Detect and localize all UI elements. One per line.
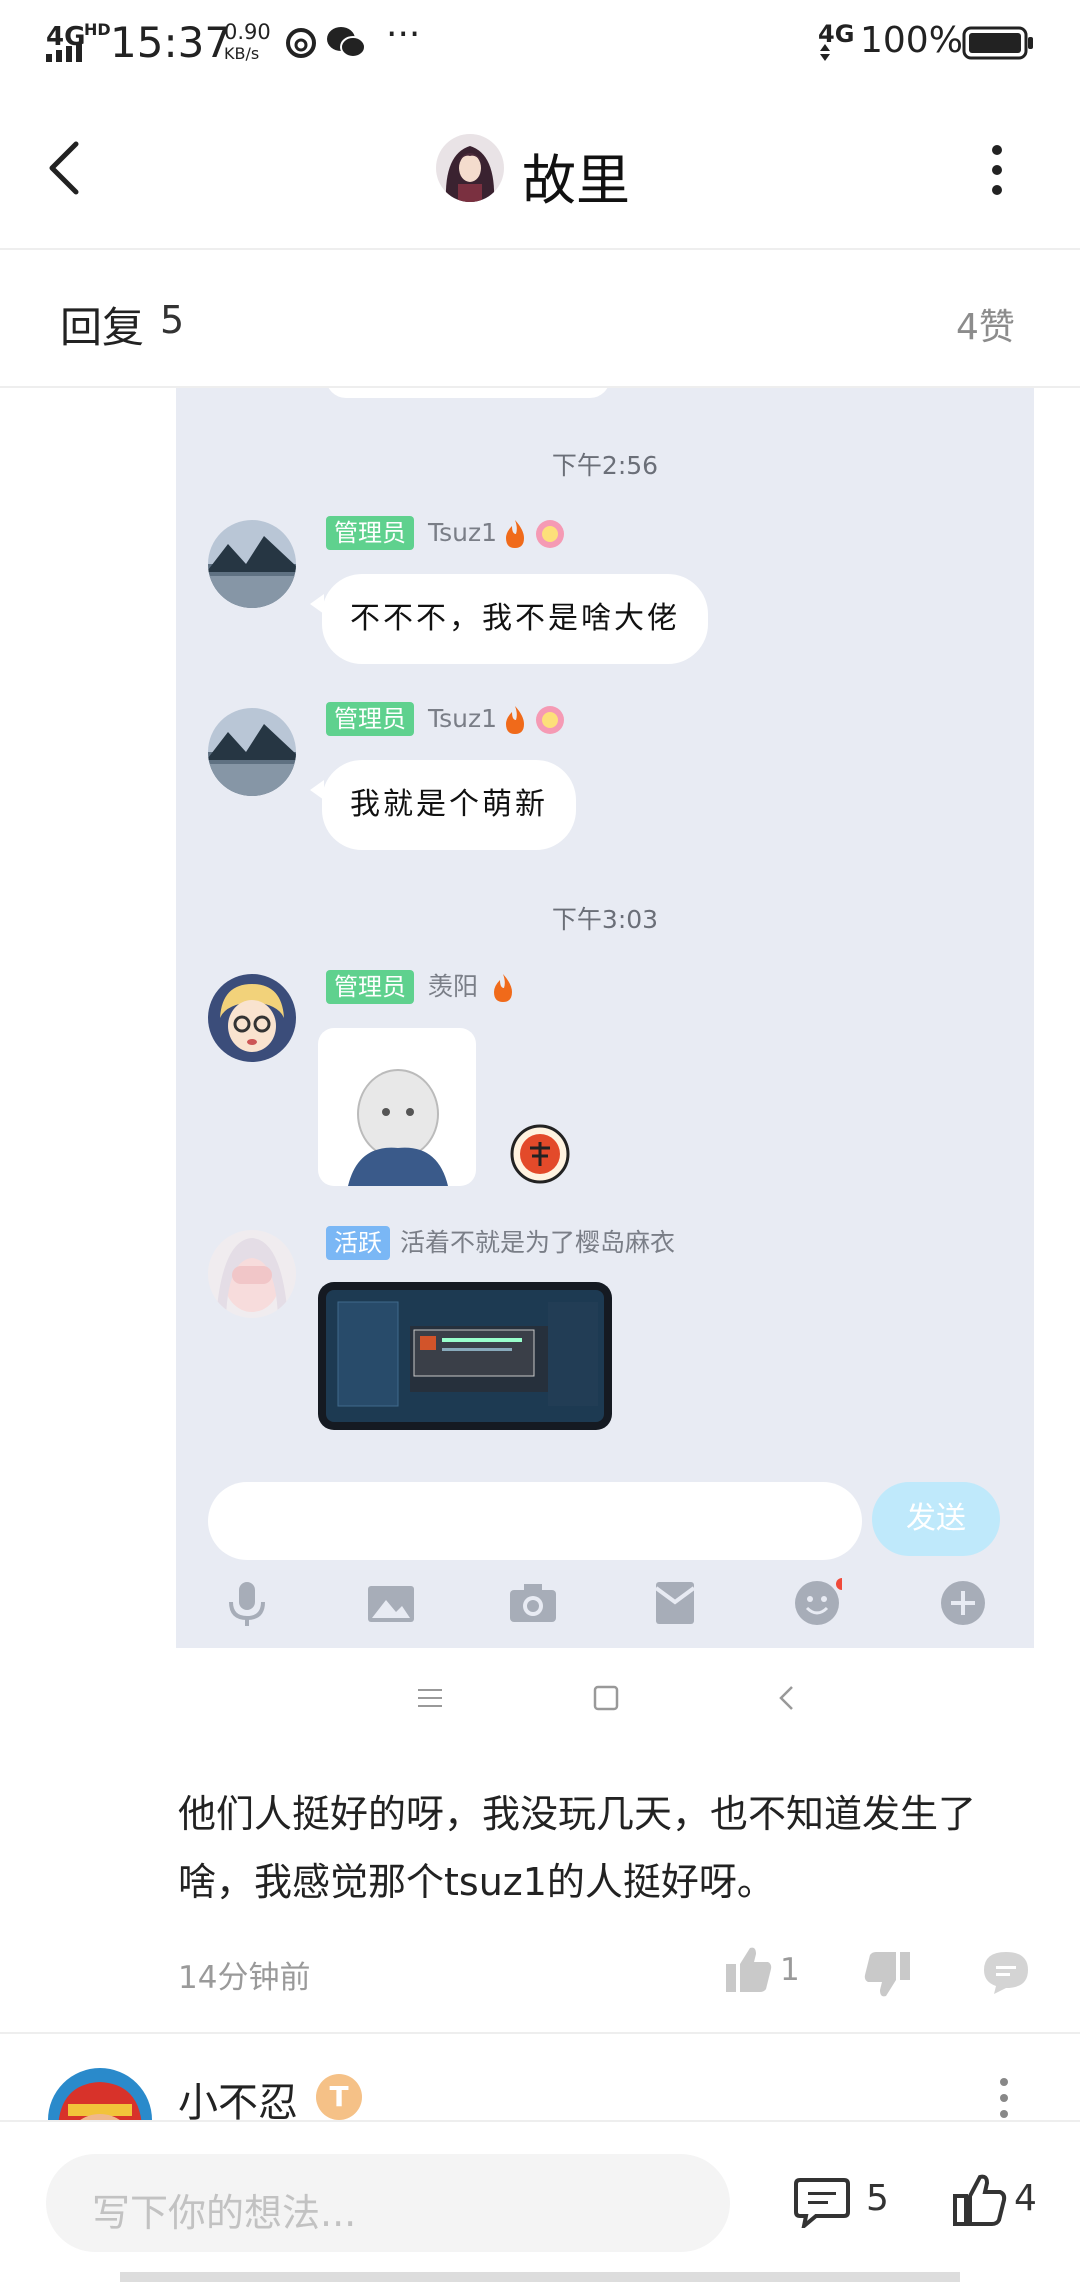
- bottom-comment-count: 5: [866, 2178, 889, 2219]
- fire-icon: [506, 706, 524, 734]
- thumbs-down-icon[interactable]: [862, 1950, 912, 2000]
- back-arrow-icon[interactable]: [44, 140, 84, 196]
- comment-input[interactable]: 写下你的想法...: [46, 2154, 730, 2252]
- add-icon[interactable]: [938, 1578, 988, 1628]
- sender-name: 活着不就是为了樱岛麻衣: [400, 1228, 676, 1257]
- admin-badge: 管理员: [326, 702, 414, 736]
- game-screenshot-image[interactable]: [318, 1282, 612, 1430]
- avatar: [208, 1230, 296, 1318]
- flower-badge-icon: [536, 706, 564, 734]
- data-arrows-icon: [820, 44, 830, 61]
- comments-icon[interactable]: [794, 2176, 850, 2228]
- avatar: [208, 974, 296, 1062]
- red-packet-icon[interactable]: [650, 1578, 700, 1628]
- like-icon[interactable]: [952, 2172, 1008, 2228]
- admin-badge: 管理员: [326, 970, 414, 1004]
- comment-body: 他们人挺好的呀，我没玩几天，也不知道发生了啥，我感觉那个tsuz1的人挺好呀。: [178, 1792, 977, 1904]
- camera-icon[interactable]: [508, 1578, 558, 1628]
- battery-percent: 100%: [860, 20, 963, 61]
- reply-count: 5: [160, 298, 185, 342]
- bottom-action-bar: 写下你的想法... 5 4: [0, 2120, 1080, 2282]
- battery-icon: [962, 26, 1033, 60]
- recents-icon: [418, 1689, 442, 1707]
- active-badge: 活跃: [326, 1226, 390, 1260]
- fire-icon: [494, 974, 512, 1002]
- message-bubble: 我就是个萌新: [310, 760, 576, 850]
- sticker-image[interactable]: [318, 1028, 476, 1186]
- timestamp: 下午3:03: [551, 905, 659, 934]
- comment-more-icon[interactable]: [992, 2074, 1016, 2124]
- flower-badge-icon: [536, 520, 564, 548]
- page-title: 故里: [522, 149, 630, 212]
- signal-bars-icon: [46, 42, 82, 62]
- divider: [0, 2032, 1080, 2034]
- sender-name: Tsuz1: [428, 704, 498, 733]
- sender-name: Tsuz1: [428, 518, 498, 547]
- more-notifications-icon: ···: [386, 14, 421, 55]
- reply-label: 回复: [60, 303, 145, 352]
- admin-badge: 管理员: [326, 516, 414, 550]
- previous-bubble: [326, 388, 610, 398]
- avatar: [208, 708, 296, 796]
- netease-music-icon: [286, 28, 316, 58]
- timestamp: 下午2:56: [551, 451, 659, 480]
- status-bar: 4G HD 15:37 0.90 KB/s ··· 4G 100%: [0, 0, 1080, 84]
- wechat-icon: [327, 27, 366, 58]
- image-icon[interactable]: [366, 1578, 416, 1628]
- microphone-icon[interactable]: [222, 1578, 272, 1628]
- fire-icon: [506, 520, 524, 548]
- send-button[interactable]: 发送: [872, 1482, 1000, 1556]
- page-header: 故里: [0, 84, 1080, 250]
- back-chevron-icon: [779, 1686, 793, 1710]
- scroll-indicator: [120, 2272, 960, 2282]
- clock: 15:37: [110, 18, 232, 67]
- more-options-icon[interactable]: [984, 142, 1010, 198]
- reaction-sticker-icon: [510, 1124, 570, 1184]
- net-speed: 0.90: [224, 20, 271, 44]
- level-badge: T: [316, 2074, 362, 2120]
- chat-screenshot-image[interactable]: 下午2:56 管理员 Tsuz1 不不不，我不是啥大佬 管理员 Tsuz1 我就…: [176, 388, 1034, 1648]
- thumbs-up-icon[interactable]: [724, 1944, 774, 1994]
- avatar: [208, 520, 296, 608]
- message-bubble: 不不不，我不是啥大佬: [310, 574, 708, 664]
- comment-like-count: 1: [780, 1952, 800, 1988]
- sender-name: 羡阳: [428, 972, 479, 1001]
- net-speed-unit: KB/s: [224, 44, 260, 63]
- screenshot-nav-bar: [176, 1648, 1034, 1748]
- comment-time: 14分钟前: [178, 1960, 311, 1996]
- emoji-icon[interactable]: [792, 1578, 842, 1628]
- home-square-icon: [593, 1685, 619, 1711]
- likes-count[interactable]: 4赞: [956, 298, 1015, 350]
- network-hd: HD: [84, 20, 111, 39]
- reply-bubble-icon[interactable]: [980, 1948, 1032, 1996]
- bottom-like-count: 4: [1014, 2178, 1037, 2219]
- user-avatar[interactable]: [436, 134, 504, 202]
- comment-input-placeholder: 写下你的想法...: [92, 2191, 357, 2235]
- reply-summary-bar: 回复 5 4赞: [0, 252, 1080, 388]
- chat-text-input[interactable]: [208, 1482, 862, 1560]
